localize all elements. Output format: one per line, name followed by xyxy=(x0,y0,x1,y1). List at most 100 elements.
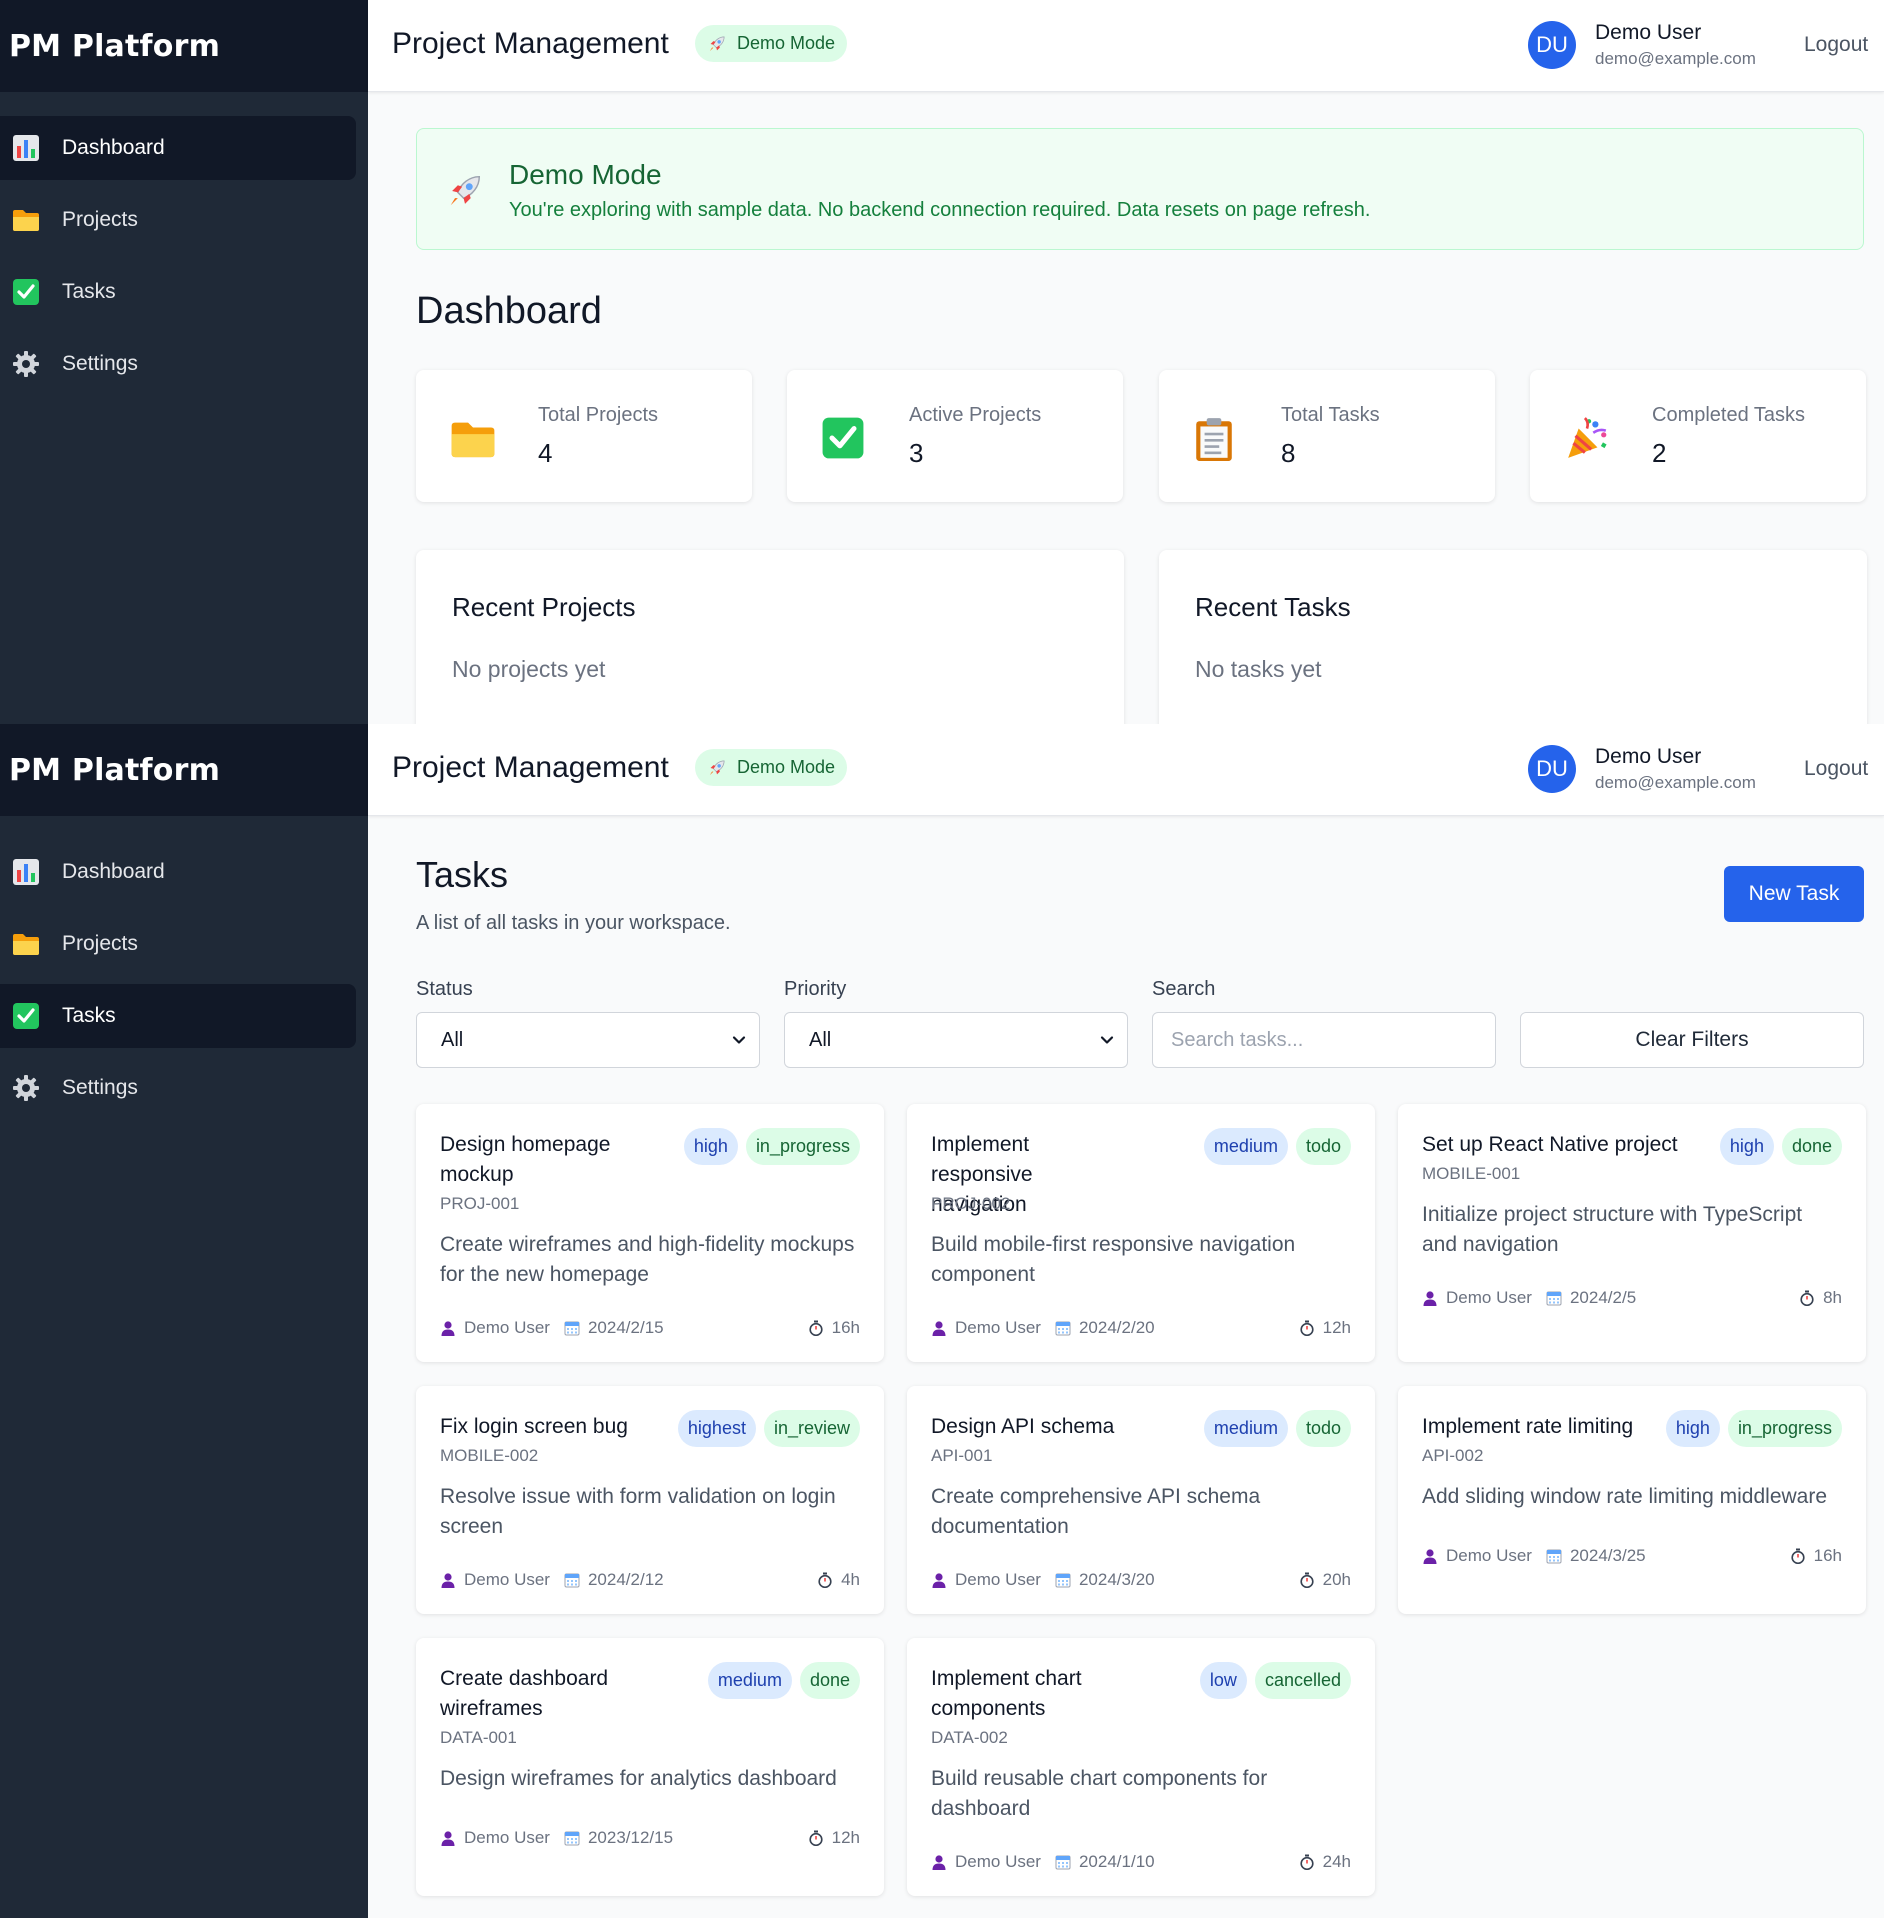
task-card[interactable]: Create dashboard wireframes medium done DAT… xyxy=(416,1638,884,1896)
sidebar: PM Platform Dashboard Projects Tasks Set… xyxy=(0,724,368,1918)
user-icon xyxy=(931,1854,947,1870)
status-badge: in_progress xyxy=(1727,1410,1842,1447)
task-assignee: Demo User xyxy=(464,1318,550,1337)
task-estimate: 20h xyxy=(1299,1570,1351,1590)
priority-filter-label: Priority xyxy=(784,978,847,1000)
task-key: MOBILE-001 xyxy=(1422,1164,1521,1183)
task-assignee: Demo User xyxy=(1446,1546,1532,1565)
calendar-icon xyxy=(564,1320,580,1336)
sidebar-nav: Dashboard Projects Tasks Settings xyxy=(0,92,368,396)
task-due-date: 2024/1/10 xyxy=(1078,1852,1155,1871)
task-estimate-value: 24h xyxy=(1322,1852,1351,1871)
avatar[interactable]: DU xyxy=(1528,21,1576,69)
priority-badge: low xyxy=(1199,1662,1247,1699)
task-estimate: 4h xyxy=(817,1570,860,1590)
brand-name: PM Platform xyxy=(9,752,221,788)
task-key: DATA-002 xyxy=(931,1728,1008,1747)
stopwatch-icon xyxy=(817,1572,833,1588)
task-estimate: 24h xyxy=(1299,1852,1351,1872)
chevron-down-icon xyxy=(1097,1030,1117,1056)
task-meta: Demo User 2023/12/15 12h xyxy=(440,1826,860,1850)
task-card[interactable]: Design API schema medium todo API-001 Create… xyxy=(907,1386,1375,1614)
sidebar-nav: Dashboard Projects Tasks Settings xyxy=(0,816,368,1120)
task-badges: medium done xyxy=(707,1662,860,1699)
task-description: Initialize project structure with TypeSc… xyxy=(1422,1203,1803,1256)
task-description: Create wireframes and high-fidelity mock… xyxy=(440,1233,855,1286)
stat-value: 2 xyxy=(1652,438,1667,468)
sidebar-item-projects[interactable]: Projects xyxy=(0,188,356,252)
user-icon xyxy=(440,1572,456,1588)
stopwatch-icon xyxy=(1790,1548,1806,1564)
task-card[interactable]: Implement chart components low cancelled DA… xyxy=(907,1638,1375,1896)
sidebar-item-settings[interactable]: Settings xyxy=(0,332,356,396)
clipboard-icon xyxy=(1193,416,1235,467)
panel-title: Recent Projects xyxy=(452,592,636,622)
task-card[interactable]: Implement rate limiting high in_progress AP… xyxy=(1398,1386,1866,1614)
sidebar-item-tasks[interactable]: Tasks xyxy=(0,984,356,1048)
task-due-date: 2024/2/15 xyxy=(587,1318,664,1337)
alert-text: You're exploring with sample data. No ba… xyxy=(509,199,1371,221)
task-estimate: 12h xyxy=(1299,1318,1351,1338)
sidebar-item-dashboard[interactable]: Dashboard xyxy=(0,840,356,904)
task-assignee: Demo User xyxy=(955,1570,1041,1589)
calendar-icon xyxy=(1055,1572,1071,1588)
stat-value: 3 xyxy=(909,438,924,468)
gear-icon xyxy=(12,350,40,378)
calendar-icon xyxy=(564,1830,580,1846)
empty-state: No tasks yet xyxy=(1195,656,1322,682)
logout-button[interactable]: Logout xyxy=(1804,33,1868,57)
task-title: Implement rate limiting xyxy=(1422,1415,1634,1438)
priority-filter-select[interactable]: All xyxy=(784,1012,1128,1068)
status-badge: done xyxy=(799,1662,860,1699)
demo-mode-badge-label: Demo Mode xyxy=(737,757,836,777)
user-icon xyxy=(931,1572,947,1588)
sidebar-item-settings[interactable]: Settings xyxy=(0,1056,356,1120)
page-subtitle: A list of all tasks in your workspace. xyxy=(416,912,731,934)
check-box-icon xyxy=(821,416,865,465)
task-description: Design wireframes for analytics dashboar… xyxy=(440,1767,837,1790)
priority-badge: high xyxy=(683,1128,738,1165)
empty-state: No projects yet xyxy=(452,656,606,682)
task-due-date: 2024/3/25 xyxy=(1569,1546,1646,1565)
stat-card-total-tasks: Total Tasks 8 xyxy=(1159,370,1495,502)
task-description: Create comprehensive API schema document… xyxy=(931,1485,1261,1538)
task-card[interactable]: Set up React Native project high done MOBIL… xyxy=(1398,1104,1866,1362)
rocket-icon xyxy=(707,758,727,778)
alert-title: Demo Mode xyxy=(509,159,662,190)
logout-button[interactable]: Logout xyxy=(1804,757,1868,781)
task-card[interactable]: Design homepage mockup high in_progress PRO… xyxy=(416,1104,884,1362)
bar-chart-icon xyxy=(12,134,40,162)
task-assignee: Demo User xyxy=(464,1570,550,1589)
new-task-button[interactable]: New Task xyxy=(1724,866,1864,922)
sidebar: PM Platform Dashboard Projects Tasks Set… xyxy=(0,0,368,724)
sidebar-item-label: Projects xyxy=(62,932,138,955)
task-card[interactable]: Implement responsive navigation medium tod… xyxy=(907,1104,1375,1362)
task-key: API-001 xyxy=(931,1446,993,1465)
sidebar-item-dashboard[interactable]: Dashboard xyxy=(0,116,356,180)
stat-card-total-projects: Total Projects 4 xyxy=(416,370,752,502)
status-filter-select[interactable]: All xyxy=(416,1012,760,1068)
task-meta: Demo User 2024/2/12 4h xyxy=(440,1568,860,1592)
clear-filters-button[interactable]: Clear Filters xyxy=(1520,1012,1864,1068)
rocket-icon xyxy=(707,34,727,54)
task-card[interactable]: Fix login screen bug highest in_review MOBI… xyxy=(416,1386,884,1614)
user-name: Demo User xyxy=(1595,21,1702,44)
main-content: Project Management Demo Mode DU Demo Use… xyxy=(368,724,1884,1918)
priority-badge: highest xyxy=(677,1410,756,1447)
task-meta: Demo User 2024/2/5 8h xyxy=(1422,1286,1842,1310)
demo-mode-alert: Demo Mode You're exploring with sample d… xyxy=(416,128,1864,250)
search-input[interactable] xyxy=(1152,1012,1496,1068)
user-icon xyxy=(1422,1290,1438,1306)
avatar[interactable]: DU xyxy=(1528,745,1576,793)
task-assignee: Demo User xyxy=(955,1318,1041,1337)
task-due-date: 2023/12/15 xyxy=(587,1828,674,1847)
task-due-date: 2024/2/20 xyxy=(1078,1318,1155,1337)
sidebar-item-tasks[interactable]: Tasks xyxy=(0,260,356,324)
task-title: Implement chart components xyxy=(931,1667,1082,1720)
task-estimate-value: 16h xyxy=(1813,1546,1842,1565)
priority-badge: high xyxy=(1719,1128,1774,1165)
status-badge: todo xyxy=(1295,1410,1351,1447)
task-description: Add sliding window rate limiting middlew… xyxy=(1422,1485,1828,1508)
app-title: Project Management xyxy=(392,751,669,784)
sidebar-item-projects[interactable]: Projects xyxy=(0,912,356,976)
